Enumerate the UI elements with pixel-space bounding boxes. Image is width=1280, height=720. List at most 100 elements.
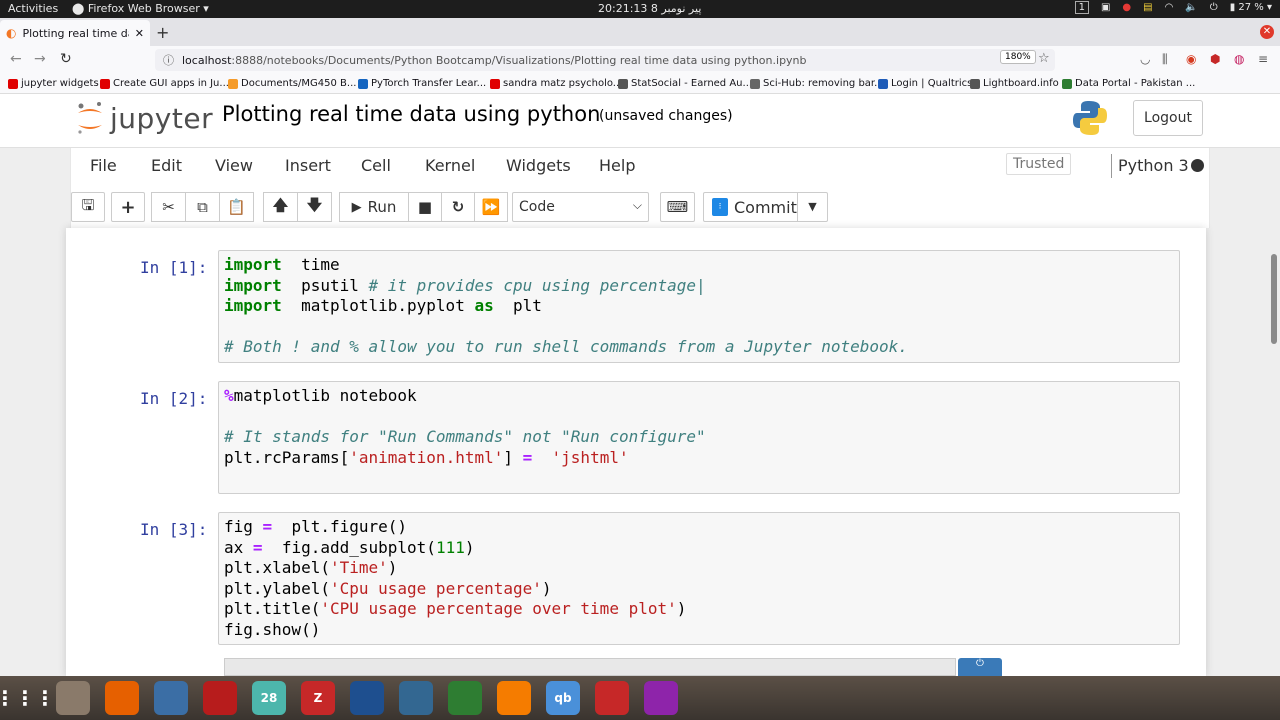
bookmark-favicon-icon xyxy=(100,78,110,89)
workspace-indicator[interactable]: 1 xyxy=(1074,1,1089,14)
tab-active[interactable]: ◐ Plotting real time data u ✕ xyxy=(0,20,150,46)
code-token: fig.show() xyxy=(224,619,321,639)
show-apps-icon[interactable]: ⋮⋮⋮ xyxy=(0,681,55,715)
code-token: = xyxy=(522,447,533,467)
filezilla-icon[interactable]: Z xyxy=(301,681,335,715)
bookmark-item[interactable]: Login | Qualtrics xyxy=(878,78,972,89)
fast-forward-icon[interactable]: ⏩ xyxy=(474,192,508,222)
activities-button[interactable]: Activities xyxy=(8,2,58,15)
move-up-icon[interactable]: 🡅 xyxy=(263,192,298,222)
notebook-title[interactable]: Plotting real time data using python xyxy=(222,102,600,126)
menu-icon[interactable]: ≡ xyxy=(1258,52,1268,66)
bookmark-item[interactable]: PyTorch Transfer Lear... xyxy=(358,78,486,89)
text-editor-icon[interactable] xyxy=(154,681,188,715)
code-line: ax = fig.add_subplot(111) xyxy=(224,538,1174,559)
commit-button[interactable]: ⁝ Commit ▼ xyxy=(703,192,828,222)
document-viewer-icon[interactable] xyxy=(595,681,629,715)
url-bar[interactable]: ⓘ localhost:8888/notebooks/Documents/Pyt… xyxy=(155,49,1055,71)
bookmark-item[interactable]: Create GUI apps in Ju... xyxy=(100,78,229,89)
menu-edit[interactable]: Edit xyxy=(151,156,182,175)
cell-type-select[interactable]: Code ⌵ xyxy=(512,192,649,222)
bookmark-item[interactable]: Data Portal - Pakistan ... xyxy=(1062,78,1195,89)
output-power-button[interactable]: ⏻ xyxy=(958,658,1002,676)
code-token: plt xyxy=(493,296,542,315)
vlc-icon[interactable] xyxy=(497,681,531,715)
notebook-toolbar: 🖫 + ✂ ⧉ 📋 🡅 🡇 ▶ Run ■ ↻ ⏩ Code ⌵ ⌨ ⁝ Comm… xyxy=(70,184,1210,228)
qbittorrent-icon[interactable]: qb xyxy=(546,681,580,715)
bookmark-item[interactable]: Lightboard.info xyxy=(970,78,1059,89)
code-token: import xyxy=(224,255,282,274)
menu-insert[interactable]: Insert xyxy=(285,156,331,175)
spreadsheet-icon[interactable] xyxy=(448,681,482,715)
zoom-level-button[interactable]: 180% xyxy=(1000,50,1036,64)
app-menu[interactable]: ⬤ Firefox Web Browser ▾ xyxy=(72,2,209,15)
reload-icon[interactable]: ↻ xyxy=(60,51,72,67)
virtualbox-icon[interactable] xyxy=(350,681,384,715)
menu-cell[interactable]: Cell xyxy=(361,156,391,175)
adblock-icon[interactable]: ⬢ xyxy=(1210,52,1220,66)
bookmark-item[interactable]: sandra matz psycholo... xyxy=(490,78,622,89)
save-status: (unsaved changes) xyxy=(599,108,733,124)
bookmark-item[interactable]: Sci-Hub: removing bar... xyxy=(750,78,884,89)
tab-close-icon[interactable]: ✕ xyxy=(135,27,144,40)
clock[interactable]: 20:21:13 پیر نومبر 8 xyxy=(598,2,701,15)
menu-widgets[interactable]: Widgets xyxy=(506,156,571,175)
code-line: fig.show() xyxy=(224,620,1174,641)
code-token: plt.rcParams[ xyxy=(224,447,350,467)
jupyter-logo[interactable]: jupyter xyxy=(76,100,213,136)
menu-kernel[interactable]: Kernel xyxy=(425,156,475,175)
code-token: plt.figure() xyxy=(272,517,408,536)
calendar-icon[interactable]: 28 xyxy=(252,681,286,715)
volume-icon: 🔈 xyxy=(1185,2,1198,13)
logout-button[interactable]: Logout xyxy=(1133,100,1203,136)
copy-icon[interactable]: ⧉ xyxy=(185,192,220,222)
code-cell-input[interactable]: fig = plt.figure() ax = fig.add_subplot(1… xyxy=(218,512,1180,645)
screen-recorder-icon[interactable] xyxy=(203,681,237,715)
code-token: = xyxy=(252,537,263,557)
code-cell-input[interactable]: %matplotlib notebook # It stands for "Run… xyxy=(218,381,1180,494)
bookmark-item[interactable]: Documents/MG450 B... xyxy=(228,78,356,89)
menu-help[interactable]: Help xyxy=(599,156,635,175)
bookmark-favicon-icon xyxy=(750,78,760,89)
bookmark-item[interactable]: StatSocial - Earned Au... xyxy=(618,78,752,89)
menu-view[interactable]: View xyxy=(215,156,253,175)
bookmark-label: PyTorch Transfer Lear... xyxy=(371,78,487,89)
restart-icon[interactable]: ↻ xyxy=(441,192,475,222)
stop-icon[interactable]: ■ xyxy=(408,192,442,222)
run-button[interactable]: ▶ Run xyxy=(339,192,409,222)
bookmark-star-icon[interactable]: ☆ xyxy=(1038,51,1050,66)
save-icon[interactable]: 🖫 xyxy=(71,192,105,222)
page-scrollbar[interactable] xyxy=(1271,254,1277,344)
menu-file[interactable]: File xyxy=(90,156,117,175)
library-icon[interactable]: ⫼ xyxy=(1162,52,1168,67)
firefox-icon[interactable] xyxy=(105,681,139,715)
system-tray[interactable]: 1 ▣ ● ▤ ◠ 🔈 ⏻ ▮ 27 % ▾ xyxy=(1074,1,1272,14)
back-arrow-icon[interactable]: ← xyxy=(10,51,22,67)
navigation-bar: ← → ↻ ⓘ localhost:8888/notebooks/Documen… xyxy=(0,46,1280,74)
bookmark-favicon-icon xyxy=(8,78,18,89)
postgresql-icon[interactable] xyxy=(399,681,433,715)
commit-dropdown-icon[interactable]: ▼ xyxy=(797,193,827,221)
url-path: :8888/notebooks/Documents/Python Bootcam… xyxy=(231,53,807,67)
python-logo-icon xyxy=(1073,101,1107,135)
bookmark-item[interactable]: jupyter widgets xyxy=(8,78,99,89)
code-cell-input[interactable]: import time import psutil # it provides c… xyxy=(218,250,1180,363)
add-cell-icon[interactable]: + xyxy=(111,192,145,222)
code-line: # It stands for "Run Commands" not "Run … xyxy=(224,427,1174,448)
keyboard-icon[interactable]: ⌨ xyxy=(660,192,695,222)
pocket-icon[interactable]: ◡ xyxy=(1140,52,1150,66)
new-tab-button[interactable]: + xyxy=(156,23,169,42)
info-icon[interactable]: ⓘ xyxy=(163,52,174,68)
files-icon[interactable] xyxy=(56,681,90,715)
extension-icon[interactable]: ◉ xyxy=(1186,52,1196,66)
extension-2-icon[interactable]: ◍ xyxy=(1234,52,1244,66)
forward-arrow-icon[interactable]: → xyxy=(34,51,46,67)
paste-icon[interactable]: 📋 xyxy=(219,192,254,222)
trusted-indicator[interactable]: Trusted xyxy=(1006,153,1072,175)
cut-icon[interactable]: ✂ xyxy=(151,192,186,222)
window-close-button[interactable]: ✕ xyxy=(1260,25,1274,39)
move-down-icon[interactable]: 🡇 xyxy=(297,192,332,222)
media-player-icon[interactable] xyxy=(644,681,678,715)
